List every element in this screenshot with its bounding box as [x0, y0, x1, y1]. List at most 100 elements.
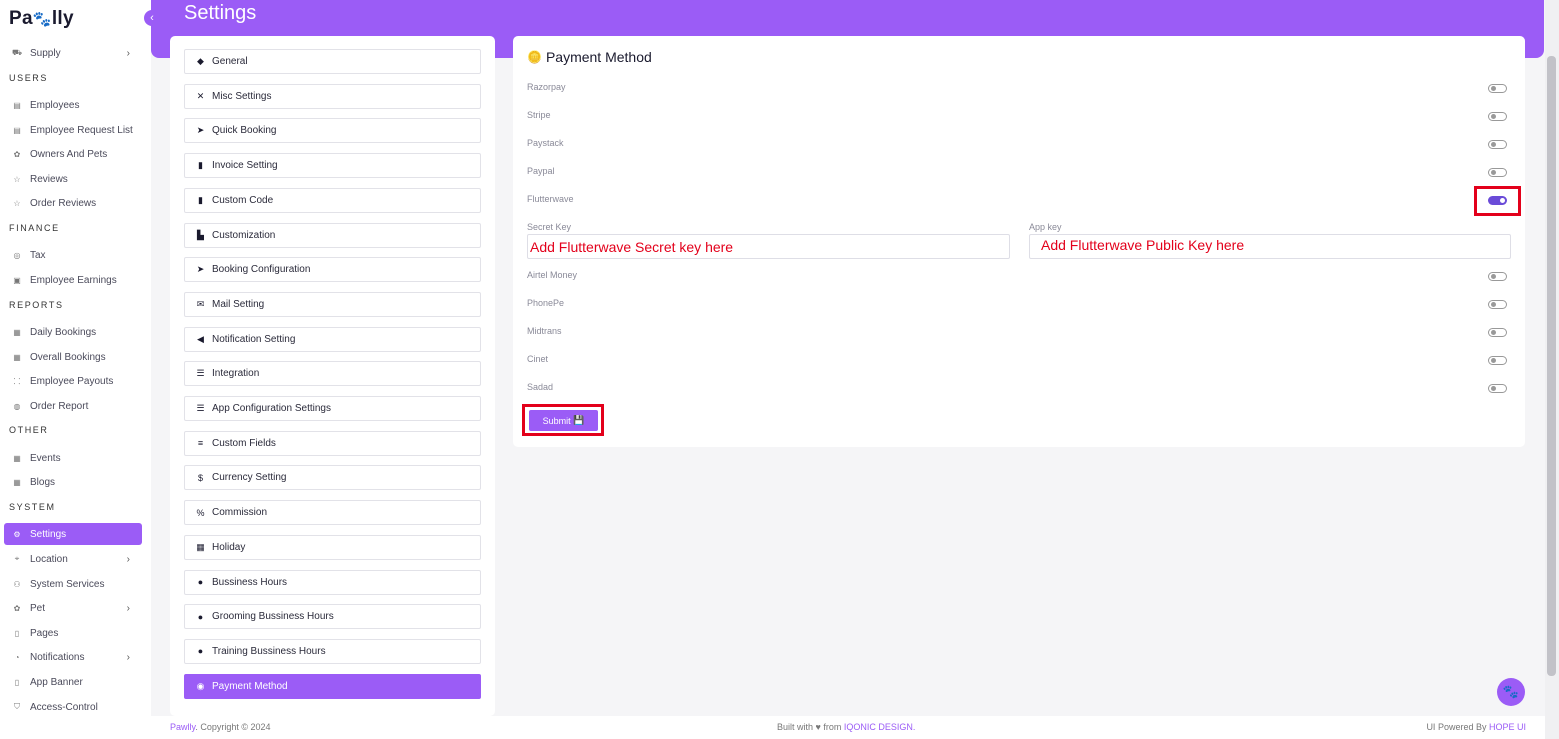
settings-nav-training-bussiness-hours[interactable]: ● Training Bussiness Hours [184, 638, 481, 664]
secret-key-input[interactable]: Add Flutterwave Secret key here [527, 234, 1010, 259]
sidebar-item-label: Pet [30, 602, 46, 614]
app-key-input[interactable]: Add Flutterwave Public Key here [1029, 234, 1511, 259]
sidebar-item-app-banner[interactable]: ▯ App Banner [4, 671, 142, 693]
toggle-sadad[interactable] [1488, 384, 1507, 393]
settings-nav-label: Integration [212, 368, 260, 380]
settings-nav-label: Commission [212, 507, 268, 519]
settings-nav-grooming-bussiness-hours[interactable]: ● Grooming Bussiness Hours [184, 604, 481, 630]
sidebar-item-label: Access-Control [30, 701, 98, 713]
sidebar-item-label: Events [30, 452, 61, 464]
sidebar-item-label: Reviews [30, 173, 68, 185]
sidebar-section-reports: REPORTS [9, 300, 64, 310]
toggle-paystack[interactable] [1488, 140, 1507, 149]
settings-nav-holiday[interactable]: ▦ Holiday [184, 534, 481, 560]
toggle-knob [1491, 386, 1496, 391]
app-logo[interactable]: Pa🐾lly [9, 8, 74, 30]
toggle-razorpay[interactable] [1488, 84, 1507, 93]
settings-nav-mail-setting[interactable]: ✉ Mail Setting [184, 291, 481, 317]
sidebar-item-employees[interactable]: ▤ Employees [4, 94, 142, 116]
sidebar-item-employee-request-list[interactable]: ▤ Employee Request List [4, 119, 142, 141]
sidebar-section-other: OTHER [9, 425, 49, 435]
paw-fab-icon[interactable]: 🐾 [1497, 678, 1525, 706]
settings-nav-commission[interactable]: % Commission [184, 500, 481, 526]
truck-icon: ⛟ [12, 48, 23, 57]
settings-nav-customization[interactable]: ▙ Customization [184, 222, 481, 248]
sidebar-item-overall-bookings[interactable]: ▦ Overall Bookings [4, 346, 142, 368]
settings-nav-currency-setting[interactable]: $ Currency Setting [184, 465, 481, 491]
settings-nav-quick-booking[interactable]: ➤ Quick Booking [184, 118, 481, 144]
sidebar-item-label: Supply [30, 47, 61, 59]
payout-icon: ⸬ [13, 376, 21, 386]
toggle-midtrans[interactable] [1488, 328, 1507, 337]
page-scrollbar-thumb[interactable] [1547, 56, 1556, 676]
settings-nav-bussiness-hours[interactable]: ● Bussiness Hours [184, 569, 481, 595]
star-icon: ☆ [13, 198, 21, 208]
tools-icon: ✕ [196, 90, 205, 101]
footer-built-by-link[interactable]: IQONIC DESIGN. [844, 722, 916, 732]
toggle-phonepe[interactable] [1488, 300, 1507, 309]
chevron-right-icon: › [126, 602, 130, 614]
phone-icon: ▯ [14, 677, 20, 687]
sidebar-item-location[interactable]: ⌖ Location › [4, 548, 142, 570]
toggle-cinet[interactable] [1488, 356, 1507, 365]
settings-nav-custom-fields[interactable]: ≡ Custom Fields [184, 430, 481, 456]
sidebar-item-label: App Banner [30, 676, 83, 688]
sidebar-item-label: Daily Bookings [30, 326, 97, 338]
sidebar-item-employee-earnings[interactable]: ▣ Employee Earnings [4, 269, 142, 291]
star-icon: ☆ [13, 174, 21, 184]
logo-text-end: lly [51, 8, 74, 29]
settings-nav-misc-settings[interactable]: ✕ Misc Settings [184, 83, 481, 109]
toggle-stripe[interactable] [1488, 112, 1507, 121]
sidebar-item-pet[interactable]: ✿ Pet › [4, 597, 142, 619]
sidebar-item-owners-and-pets[interactable]: ✿ Owners And Pets [4, 143, 142, 165]
settings-nav-general[interactable]: ◆ General [184, 49, 481, 74]
toggle-knob [1491, 274, 1496, 279]
footer-brand-link[interactable]: Pawlly [170, 722, 195, 732]
footer-built-with-text: Built with ♥ from [777, 722, 842, 732]
sidebar-item-notifications[interactable]: ◔ Notifications › [4, 646, 142, 668]
settings-nav-invoice-setting[interactable]: ▮ Invoice Setting [184, 153, 481, 179]
settings-nav-label: App Configuration Settings [212, 403, 331, 414]
cube-icon: ◆ [197, 56, 204, 66]
footer-copyright: Pawlly. Copyright © 2024 [170, 722, 271, 732]
settings-nav-custom-code[interactable]: ▮ Custom Code [184, 187, 481, 213]
sidebar-item-supply[interactable]: ⛟ Supply › [4, 42, 142, 64]
footer-powered-link[interactable]: HOPE UI [1489, 722, 1526, 732]
settings-nav-label: Booking Configuration [212, 264, 311, 276]
sidebar-item-settings[interactable]: ⚙ Settings [4, 523, 142, 545]
submit-button[interactable]: Submit 💾 [529, 410, 598, 431]
settings-nav-booking-configuration[interactable]: ➤ Booking Configuration [184, 257, 481, 283]
sidebar-section-users: USERS [9, 73, 49, 83]
settings-nav-payment-method[interactable]: ◉ Payment Method [184, 673, 481, 699]
sidebar-item-events[interactable]: ▦ Events [4, 447, 142, 469]
clock-icon: ● [197, 611, 204, 622]
sidebar-item-employee-payouts[interactable]: ⸬ Employee Payouts [4, 370, 142, 392]
wallet-icon: ▣ [13, 275, 21, 285]
settings-nav-notification-setting[interactable]: ◀ Notification Setting [184, 326, 481, 352]
toggle-airtel-money[interactable] [1488, 272, 1507, 281]
sidebar-item-pages[interactable]: ▯ Pages [4, 622, 142, 644]
sidebar-item-order-reviews[interactable]: ☆ Order Reviews [4, 192, 142, 214]
settings-nav-app-configuration-settings[interactable]: ☰ App Configuration Settings [184, 396, 481, 421]
sidebar-item-reviews[interactable]: ☆ Reviews [4, 168, 142, 190]
sidebar-item-access-control[interactable]: ⛉ Access-Control [4, 696, 142, 718]
settings-nav-label: Customization [212, 229, 276, 241]
settings-nav-integration[interactable]: ☰ Integration [184, 361, 481, 387]
toggle-knob [1491, 302, 1496, 307]
toggle-paypal[interactable] [1488, 168, 1507, 177]
sidebar-item-blogs[interactable]: ▦ Blogs [4, 471, 142, 493]
toggle-knob [1491, 142, 1496, 147]
sidebar-item-system-services[interactable]: ⚇ System Services [4, 573, 142, 595]
toggle-knob [1491, 358, 1496, 363]
sliders-icon: ☰ [196, 403, 205, 413]
footer: Pawlly. Copyright © 2024 Built with ♥ fr… [151, 716, 1545, 739]
payment-method-title-text: Payment Method [545, 49, 652, 65]
sidebar-item-label: Employee Request List [30, 124, 133, 136]
sidebar-item-label: Employees [30, 99, 80, 111]
chevron-left-icon[interactable]: ‹ [144, 10, 160, 26]
sidebar-item-tax[interactable]: ◎ Tax [4, 244, 142, 266]
sidebar-item-label: Order Report [30, 400, 89, 412]
sidebar-item-order-report[interactable]: ◍ Order Report [4, 395, 142, 417]
sidebar-item-daily-bookings[interactable]: ▦ Daily Bookings [4, 321, 142, 343]
secret-key-label: Secret Key [527, 222, 572, 232]
